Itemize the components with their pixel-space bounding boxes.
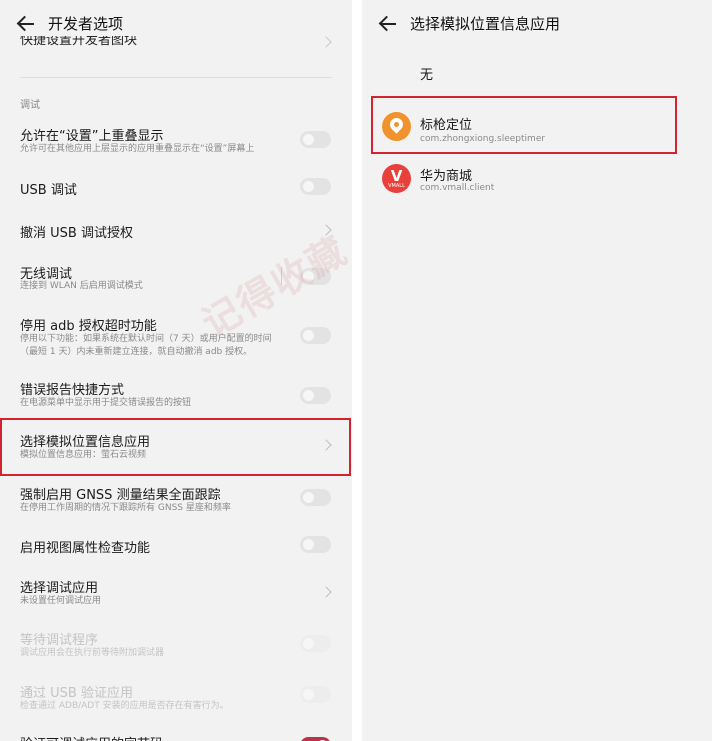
setting-subtitle: 停用以下功能：如果系统在默认时间（7 天）或用户配置的时间 <box>20 334 272 344</box>
setting-title: 选择调试应用 <box>20 581 99 596</box>
setting-subtitle: 连接到 WLAN 后启用调试模式 <box>20 281 143 291</box>
setting-subtitle: 未设置任何调试应用 <box>20 596 102 606</box>
page-title: 选择模拟位置信息应用 <box>410 15 561 33</box>
section-header-debugging: 调试 <box>20 100 40 111</box>
setting-title: 允许在“设置”上重叠显示 <box>20 129 164 144</box>
toggle-switch[interactable] <box>300 536 331 553</box>
setting-subtitle: 允许可在其他应用上层显示的应用重叠显示在“设置”屏幕上 <box>20 144 255 154</box>
vmall-logo-icon: V VMALL <box>382 164 411 193</box>
divider <box>20 77 332 78</box>
toggle-switch[interactable] <box>300 178 331 195</box>
setting-title: USB 调试 <box>20 183 77 198</box>
app-package: com.vmall.client <box>420 183 495 193</box>
toggle-switch[interactable] <box>300 737 331 741</box>
highlight-box <box>371 96 677 154</box>
toggle-switch[interactable] <box>300 131 331 148</box>
setting-title: 验证可调试应用的字节码 <box>20 733 163 741</box>
app-name: 华为商城 <box>420 169 473 184</box>
page-title: 开发者选项 <box>48 15 124 33</box>
setting-subtitle: 在停用工作周期的情况下跟踪所有 GNSS 星座和频率 <box>20 503 231 513</box>
toggle-switch <box>300 635 331 652</box>
toggle-switch <box>300 686 331 703</box>
back-arrow-icon[interactable] <box>18 14 38 34</box>
setting-title: 启用视图属性检查功能 <box>20 541 151 556</box>
setting-title: 强制启用 GNSS 测量结果全面跟踪 <box>20 488 221 503</box>
toggle-switch[interactable] <box>300 268 331 285</box>
back-arrow-icon[interactable] <box>380 14 400 34</box>
setting-subtitle-line2: （最短 1 天）内未重新建立连接，就自动撤消 adb 授权。 <box>20 347 253 357</box>
watermark: 记得收藏 黑域基地 Hybase.com <box>194 0 353 346</box>
setting-subtitle: 调试应用会在执行前等待附加调试器 <box>20 648 165 658</box>
highlight-box <box>0 418 351 476</box>
setting-title: 错误报告快捷方式 <box>20 383 125 398</box>
chevron-right-icon <box>320 224 332 236</box>
setting-subtitle: 在电源菜单中显示用于提交错误报告的按钮 <box>20 398 192 408</box>
vmall-logo-text: VMALL <box>388 183 405 189</box>
setting-title: 撤消 USB 调试授权 <box>20 226 133 241</box>
toggle-switch[interactable] <box>300 387 331 404</box>
mock-location-app-picker-screen: 选择模拟位置信息应用 无 标枪定位 com.zhongxiong.sleepti… <box>362 0 712 741</box>
divider <box>281 267 282 285</box>
toggle-switch[interactable] <box>300 327 331 344</box>
app-option-vmall[interactable]: V VMALL 华为商城 com.vmall.client <box>362 154 712 210</box>
chevron-right-icon <box>320 586 332 598</box>
quick-settings-tiles-item[interactable]: 快捷设置开发者图块 <box>20 36 137 48</box>
option-none[interactable]: 无 <box>420 64 433 83</box>
setting-title: 通过 USB 验证应用 <box>20 686 133 701</box>
right-top-bar: 选择模拟位置信息应用 <box>362 0 712 48</box>
developer-options-screen: 开发者选项 快捷设置开发者图块 调试 允许在“设置”上重叠显示 允许可在其他应用… <box>0 0 352 741</box>
setting-subtitle: 检查通过 ADB/ADT 安装的应用是否存在有害行为。 <box>20 701 229 711</box>
setting-title: 等待调试程序 <box>20 633 99 648</box>
toggle-switch[interactable] <box>300 489 331 506</box>
setting-title: 停用 adb 授权超时功能 <box>20 319 157 334</box>
